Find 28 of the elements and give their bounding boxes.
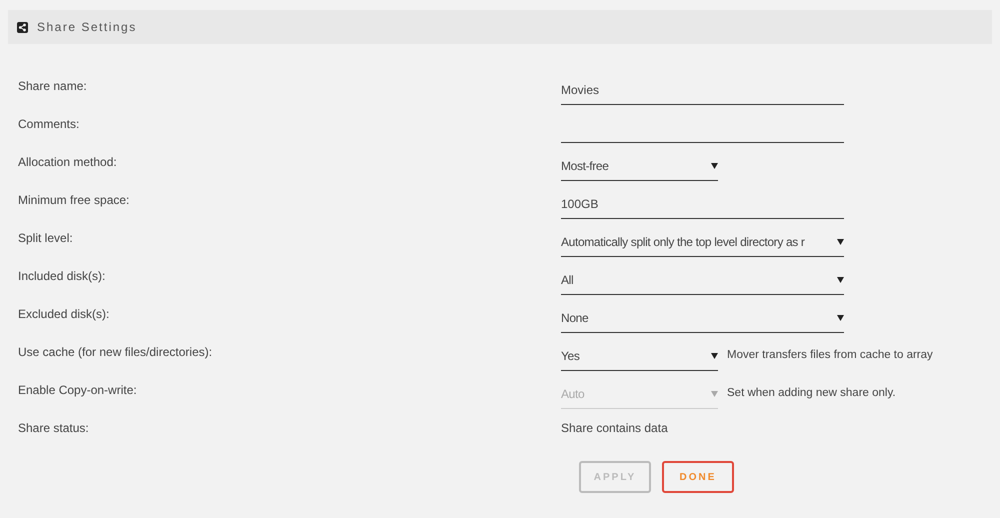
field-label: Minimum free space: <box>17 192 130 209</box>
dropdown[interactable]: Automatically split only the top level directory as r <box>561 227 844 257</box>
dropdown-arrow-icon <box>837 314 844 320</box>
field-label: Share name: <box>17 78 88 95</box>
help-text: Set when adding new share only. <box>727 386 896 402</box>
dropdown-arrow-icon <box>837 276 844 282</box>
dropdown-arrow-icon <box>711 390 718 396</box>
dropdown[interactable]: Yes <box>561 341 718 371</box>
share-icon <box>17 22 28 32</box>
field-label: Excluded disk(s): <box>17 306 110 323</box>
dropdown-arrow-icon <box>711 162 718 168</box>
dropdown-arrow-icon <box>711 352 718 358</box>
field-label: Allocation method: <box>17 154 118 171</box>
field-label: Comments: <box>17 116 80 133</box>
text-field[interactable]: 100GB <box>561 189 844 219</box>
dropdown[interactable]: All <box>561 265 844 295</box>
status-text: Share contains data <box>561 420 668 437</box>
header-title: Share Settings <box>37 19 137 36</box>
dropdown[interactable]: None <box>561 303 844 333</box>
field-label: Included disk(s): <box>17 268 106 285</box>
dropdown-arrow-icon <box>837 238 844 244</box>
field-label: Share status: <box>17 420 90 437</box>
field-label: Split level: <box>17 230 74 247</box>
field-label: Use cache (for new files/directories): <box>17 344 214 361</box>
dropdown[interactable]: Most-free <box>561 151 718 181</box>
text-field[interactable]: Movies <box>561 75 844 105</box>
help-text: Mover transfers files from cache to array <box>727 348 933 364</box>
field-label: Enable Copy-on-write: <box>17 382 138 399</box>
